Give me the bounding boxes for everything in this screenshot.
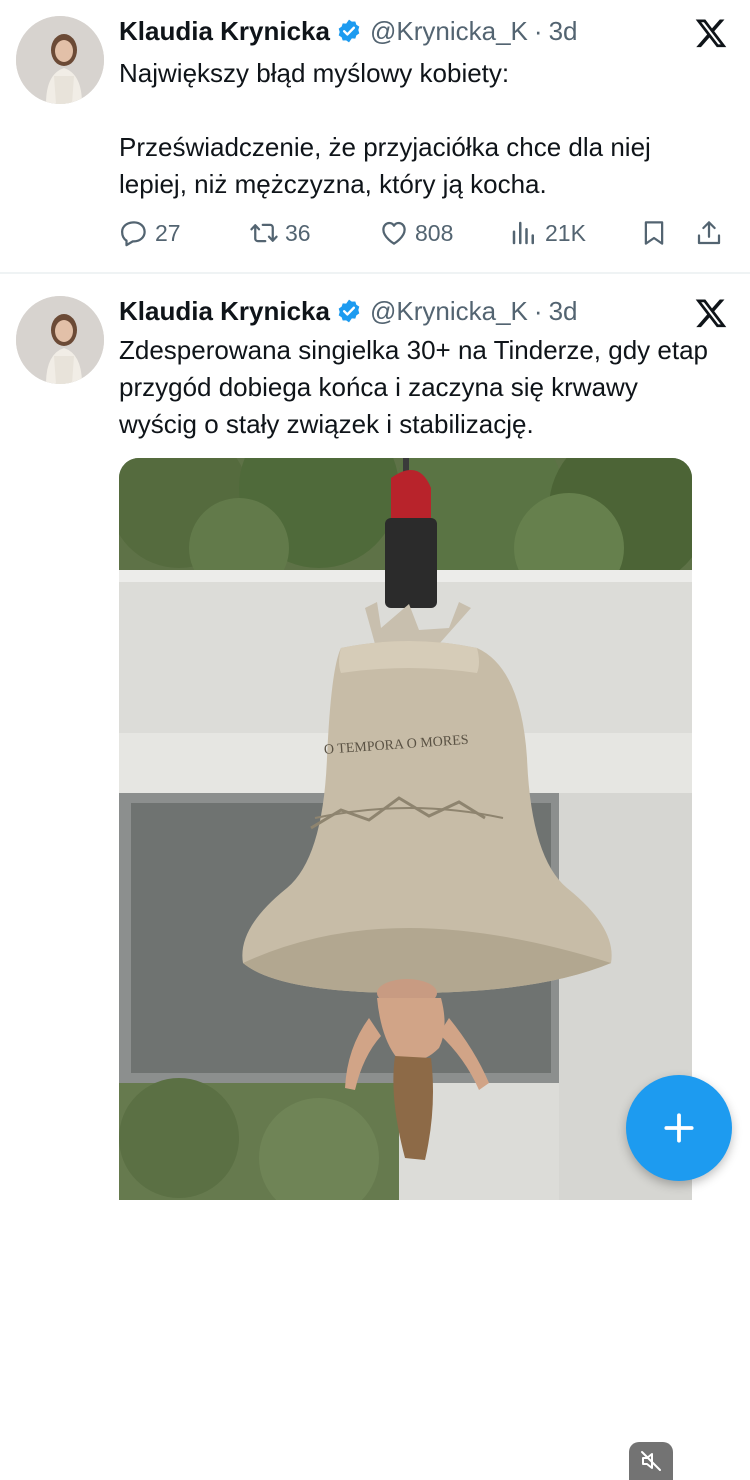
tweet-text: Zdesperowana singielka 30+ na Tinderze, … xyxy=(119,335,708,439)
author-handle[interactable]: @Krynicka_K xyxy=(370,294,528,328)
compose-button[interactable] xyxy=(626,1075,732,1181)
tweet-header: Klaudia Krynicka @Krynicka_K · 3d xyxy=(119,294,577,328)
video-frame: O TEMPORA O MORES xyxy=(119,458,692,1200)
tweet-divider xyxy=(0,272,750,274)
bookmark-icon xyxy=(644,221,664,245)
tweet[interactable]: Klaudia Krynicka @Krynicka_K · 3d Najwię… xyxy=(0,0,750,272)
share-icon xyxy=(697,221,721,245)
like-count: 808 xyxy=(415,219,454,246)
tweet[interactable]: Klaudia Krynicka @Krynicka_K · 3d Zdespe… xyxy=(0,280,750,1480)
author-handle[interactable]: @Krynicka_K xyxy=(370,14,528,48)
views-button[interactable]: 21K xyxy=(509,218,639,248)
verified-badge-icon xyxy=(336,298,362,324)
repost-button[interactable]: 36 xyxy=(249,218,379,248)
timestamp[interactable]: 3d xyxy=(549,14,578,48)
separator-dot: · xyxy=(533,296,543,326)
views-count: 21K xyxy=(545,219,586,246)
repost-icon xyxy=(250,223,278,243)
mute-button[interactable] xyxy=(629,1442,673,1480)
repost-count: 36 xyxy=(285,219,311,246)
timestamp[interactable]: 3d xyxy=(549,294,578,328)
avatar[interactable] xyxy=(16,296,104,384)
reply-count: 27 xyxy=(155,219,181,246)
mute-icon xyxy=(641,1451,661,1471)
share-button[interactable] xyxy=(694,218,734,248)
bookmark-button[interactable] xyxy=(639,218,694,248)
plus-icon xyxy=(664,1113,694,1143)
x-logo-icon xyxy=(694,296,728,330)
tweet-text: Największy błąd myślowy kobiety: Prześwi… xyxy=(119,55,719,203)
tweet-header: Klaudia Krynicka @Krynicka_K · 3d xyxy=(119,14,577,48)
heart-icon xyxy=(382,221,406,245)
tweet-text-line: Największy błąd myślowy kobiety: xyxy=(119,58,510,88)
verified-badge-icon xyxy=(336,18,362,44)
author-name[interactable]: Klaudia Krynicka xyxy=(119,14,330,48)
author-name[interactable]: Klaudia Krynicka xyxy=(119,294,330,328)
reply-button[interactable]: 27 xyxy=(119,218,249,248)
reply-icon xyxy=(121,221,146,247)
tweet-text-line: Przeświadczenie, że przyjaciółka chce dl… xyxy=(119,132,651,199)
separator-dot: · xyxy=(533,16,543,46)
views-icon xyxy=(512,221,534,245)
tweet-video[interactable]: O TEMPORA O MORES xyxy=(119,458,692,1200)
action-bar: 27 36 808 21K xyxy=(119,213,734,253)
avatar[interactable] xyxy=(16,16,104,104)
like-button[interactable]: 808 xyxy=(379,218,509,248)
x-logo-icon xyxy=(694,16,728,50)
